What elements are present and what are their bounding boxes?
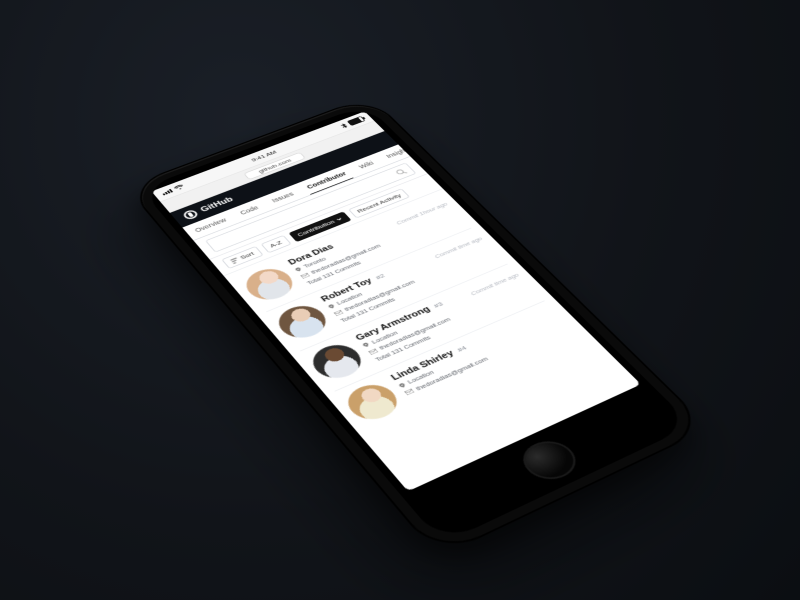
location-icon [294, 267, 302, 272]
tab-label: Issues [270, 191, 295, 204]
email-icon [404, 389, 414, 396]
phone-device: 9:41 AM github.com GitHub O [128, 97, 708, 556]
contributor-rank: #4 [456, 344, 469, 353]
contributor-location: Location [406, 369, 436, 386]
contributor-location: Location [370, 329, 400, 345]
home-button[interactable] [513, 435, 585, 487]
avatar[interactable] [271, 300, 335, 343]
avatar[interactable] [238, 264, 300, 306]
sort-label: Sort [239, 251, 256, 261]
chevron-down-icon [335, 217, 343, 222]
list-item[interactable]: Linda Shirley #4 Location thedoradias@gm… [334, 300, 582, 432]
contributor-email: thedoradias@gmail.com [378, 316, 453, 351]
signal-icon [161, 189, 173, 196]
screen: 9:41 AM github.com GitHub O [151, 111, 641, 491]
contributor-name: Gary Armstrong [354, 305, 433, 342]
email-icon [368, 348, 378, 355]
email-icon [300, 273, 310, 279]
location-icon [398, 382, 407, 388]
avatar[interactable] [304, 339, 369, 384]
sort-icon [229, 257, 240, 264]
location-icon [327, 304, 335, 310]
location-icon [362, 342, 370, 348]
contributor-commits: Total 131 Commits [373, 334, 432, 363]
contributor-email: thedoradias@gmail.com [414, 355, 490, 392]
wifi-icon [173, 184, 185, 191]
commit-time: Commit time ago [469, 272, 539, 315]
contributor-commits: Total 131 Commits [339, 296, 397, 324]
search-icon [394, 167, 408, 176]
github-logo-icon[interactable] [181, 209, 199, 221]
bluetooth-icon [339, 123, 348, 129]
tab-label: Code [238, 204, 260, 216]
az-label: A-Z [268, 240, 283, 249]
tab-label: Wiki [357, 160, 375, 170]
avatar[interactable] [339, 379, 406, 426]
contributor-rank: #3 [432, 301, 444, 309]
email-icon [333, 310, 343, 316]
contributor-name: Linda Shirley [389, 349, 456, 382]
